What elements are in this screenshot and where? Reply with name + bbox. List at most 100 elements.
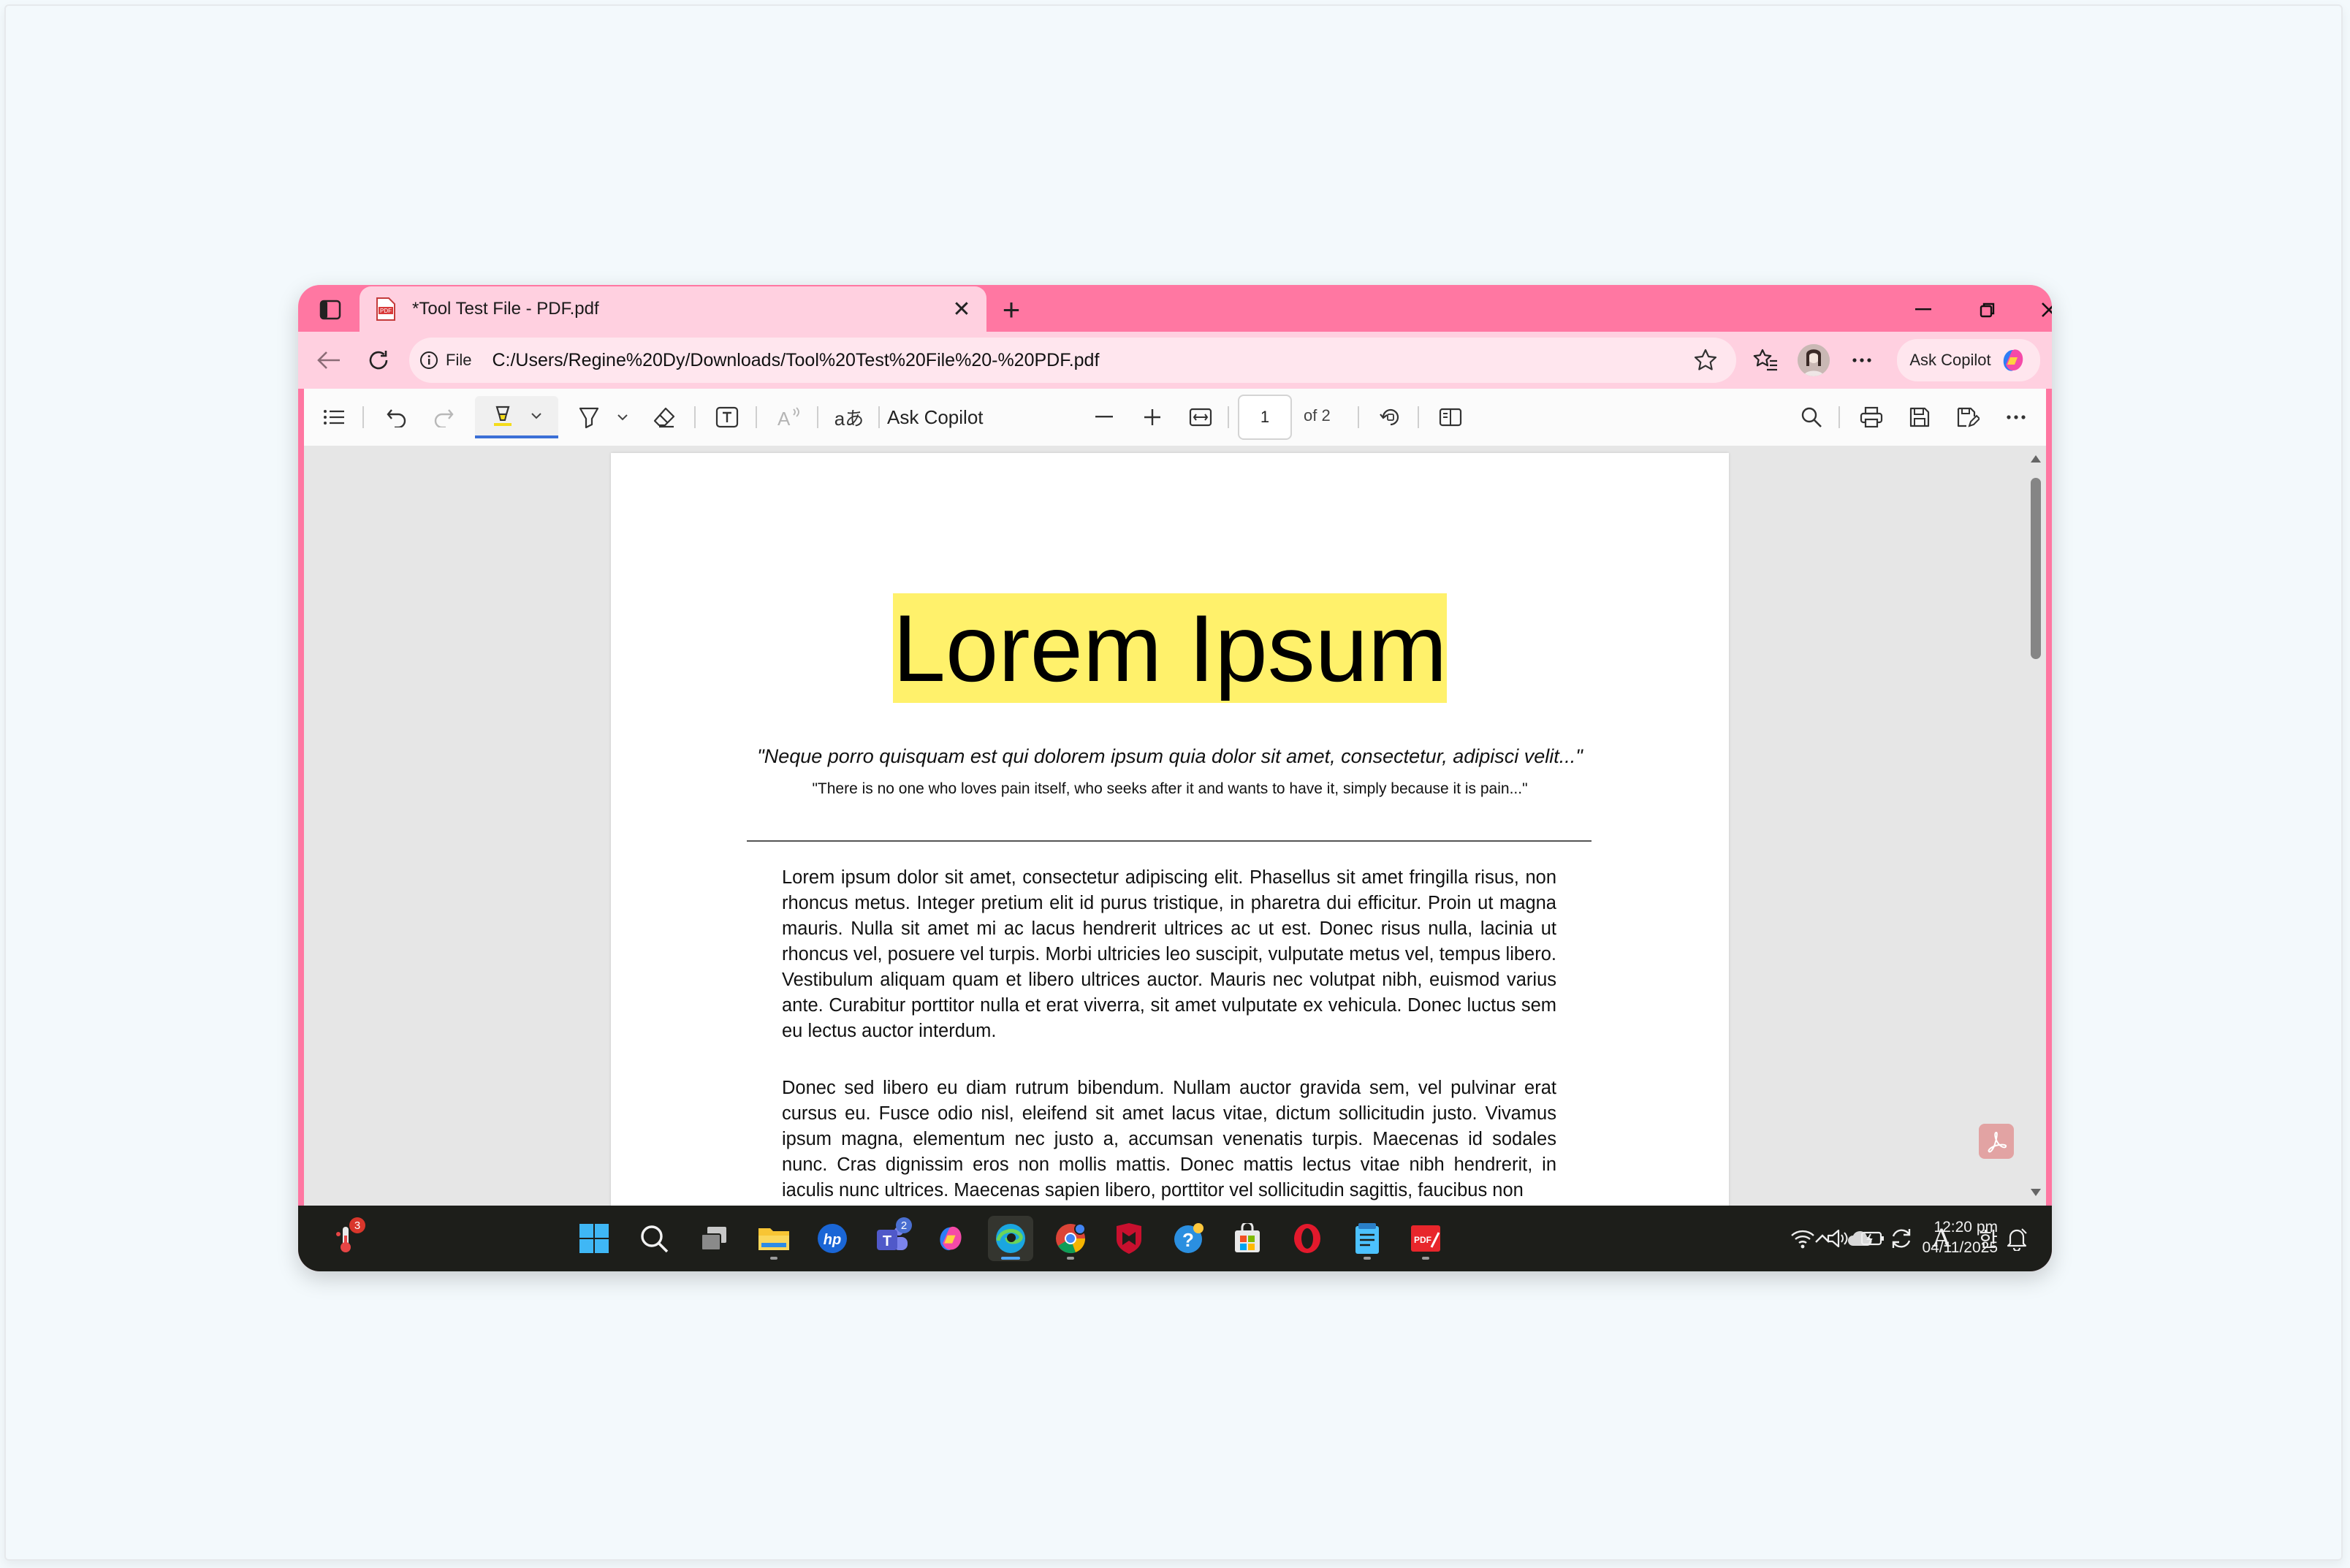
- address-row: File C:/Users/Regine%20Dy/Downloads/Tool…: [298, 332, 2052, 389]
- vertical-scrollbar[interactable]: [2024, 446, 2046, 1206]
- new-tab-button[interactable]: +: [992, 291, 1030, 329]
- zoom-in-button[interactable]: [1133, 396, 1172, 438]
- save-button[interactable]: [1900, 396, 1939, 438]
- pdf-file-icon: PDF: [373, 294, 399, 324]
- taskbar-search[interactable]: [631, 1216, 677, 1261]
- favorites-list-icon: [1753, 349, 1777, 371]
- find-button[interactable]: [1792, 396, 1831, 438]
- chevron-down-icon[interactable]: [617, 414, 628, 421]
- taskbar-hp[interactable]: hp: [810, 1216, 855, 1261]
- page-number-input[interactable]: 1: [1238, 395, 1292, 440]
- tab-pdf-file[interactable]: PDF *Tool Test File - PDF.pdf ✕: [360, 286, 986, 332]
- rotate-button[interactable]: [1371, 396, 1410, 438]
- toolbar-divider: [756, 406, 757, 428]
- svg-text:?: ?: [1182, 1229, 1194, 1251]
- body-paragraph-1[interactable]: Lorem ipsum dolor sit amet, consectetur …: [782, 865, 1556, 1044]
- search-icon: [641, 1225, 669, 1253]
- taskbar-clock[interactable]: 12:20 pm 04/11/2025: [1898, 1217, 1998, 1258]
- taskbar-get-help[interactable]: ?: [1166, 1216, 1212, 1261]
- zoom-out-button[interactable]: [1084, 396, 1124, 438]
- pdf-more-options-button[interactable]: [1996, 396, 2036, 438]
- scroll-down-button[interactable]: [2027, 1184, 2045, 1201]
- address-bar[interactable]: File C:/Users/Regine%20Dy/Downloads/Tool…: [409, 338, 1736, 383]
- save-as-icon: [1957, 407, 1980, 427]
- fit-width-icon: [1189, 408, 1212, 427]
- quick-settings-button[interactable]: [1790, 1220, 1885, 1257]
- erase-button[interactable]: [644, 396, 684, 438]
- notification-center-button[interactable]: [2002, 1225, 2031, 1254]
- url-text[interactable]: C:/Users/Regine%20Dy/Downloads/Tool%20Te…: [492, 350, 1687, 371]
- print-button[interactable]: [1852, 396, 1891, 438]
- favorites-button[interactable]: [1745, 340, 1786, 380]
- fit-to-width-button[interactable]: [1181, 396, 1220, 438]
- redo-button[interactable]: [424, 396, 463, 438]
- svg-text:T: T: [883, 1233, 891, 1249]
- acrobat-extension-button[interactable]: [1979, 1124, 2014, 1159]
- profile-button[interactable]: [1793, 340, 1834, 380]
- taskbar-mcafee[interactable]: [1106, 1216, 1152, 1261]
- scroll-thumb[interactable]: [2031, 478, 2041, 659]
- windows-taskbar: 3 hp T 2 ? PDF A 한: [298, 1206, 2052, 1271]
- tab-actions-button[interactable]: [310, 292, 351, 327]
- wifi-icon: [1791, 1230, 1814, 1249]
- taskbar-copilot[interactable]: [928, 1216, 973, 1261]
- taskbar-edge[interactable]: [988, 1216, 1033, 1261]
- save-icon: [1909, 407, 1930, 427]
- toolbar-divider: [1418, 406, 1419, 428]
- ask-copilot-button[interactable]: Ask Copilot: [1897, 339, 2040, 381]
- store-bag-icon: [1235, 1223, 1260, 1252]
- body-paragraph-2[interactable]: Donec sed libero eu diam rutrum bibendum…: [782, 1076, 1556, 1203]
- add-favorite-button[interactable]: [1687, 341, 1725, 379]
- site-info-button[interactable]: File: [419, 351, 471, 370]
- mcafee-shield-icon: [1117, 1223, 1141, 1254]
- search-icon: [1801, 407, 1822, 427]
- english-quote[interactable]: "There is no one who loves pain itself, …: [611, 780, 1729, 798]
- pdf-page-1[interactable]: Lorem Ipsum "Neque porro quisquam est qu…: [611, 453, 1729, 1206]
- translate-button[interactable]: aあ: [827, 396, 871, 438]
- page-view-button[interactable]: [1431, 396, 1470, 438]
- page-total-label: of 2: [1304, 406, 1331, 425]
- running-indicator: [770, 1257, 777, 1260]
- horizontal-rule: [747, 840, 1592, 842]
- pdf-viewer[interactable]: Lorem Ipsum "Neque porro quisquam est qu…: [304, 446, 2046, 1206]
- taskbar-opera[interactable]: [1285, 1216, 1330, 1261]
- highlight-button[interactable]: [475, 396, 558, 438]
- taskbar-microsoft-store[interactable]: [1225, 1216, 1270, 1261]
- back-button[interactable]: [308, 340, 349, 380]
- taskbar-start[interactable]: [571, 1216, 617, 1261]
- document-title[interactable]: Lorem Ipsum: [892, 593, 1448, 703]
- toolbar-divider: [362, 406, 364, 428]
- refresh-button[interactable]: [358, 340, 399, 380]
- taskbar-weather[interactable]: 3: [323, 1216, 368, 1261]
- ask-copilot-label: Ask Copilot: [1909, 351, 1991, 369]
- restore-button[interactable]: [1958, 291, 2017, 329]
- plus-icon: +: [1002, 292, 1021, 327]
- read-aloud-button[interactable]: A: [769, 396, 808, 438]
- close-window-button[interactable]: [2020, 291, 2052, 329]
- tab-title: *Tool Test File - PDF.pdf: [412, 299, 599, 319]
- tab-close-button[interactable]: ✕: [944, 292, 979, 327]
- hp-logo-icon: hp: [818, 1224, 847, 1253]
- latin-quote[interactable]: "Neque porro quisquam est qui dolorem ip…: [611, 745, 1729, 768]
- draw-button[interactable]: [570, 396, 636, 438]
- task-view-icon: [701, 1227, 726, 1251]
- settings-more-button[interactable]: [1841, 340, 1882, 380]
- taskbar-task-view[interactable]: [691, 1216, 737, 1261]
- add-text-button[interactable]: [707, 396, 747, 438]
- save-as-button[interactable]: [1948, 396, 1988, 438]
- table-of-contents-button[interactable]: [314, 396, 354, 438]
- undo-icon: [387, 409, 406, 427]
- printer-icon: [1860, 406, 1883, 428]
- pdf-ask-copilot-button[interactable]: Ask Copilot: [887, 406, 984, 429]
- plus-icon: [1144, 409, 1160, 425]
- taskbar-pdf-app[interactable]: PDF: [1403, 1216, 1448, 1261]
- taskbar-chrome[interactable]: [1048, 1216, 1093, 1261]
- taskbar-notepad[interactable]: [1345, 1216, 1390, 1261]
- more-horizontal-icon: [2007, 415, 2026, 419]
- undo-button[interactable]: [377, 396, 417, 438]
- taskbar-file-explorer[interactable]: [751, 1216, 796, 1261]
- chevron-down-icon[interactable]: [531, 412, 542, 419]
- minimize-button[interactable]: [1894, 291, 1952, 329]
- taskbar-teams[interactable]: T 2: [870, 1216, 915, 1261]
- scroll-up-button[interactable]: [2027, 450, 2045, 468]
